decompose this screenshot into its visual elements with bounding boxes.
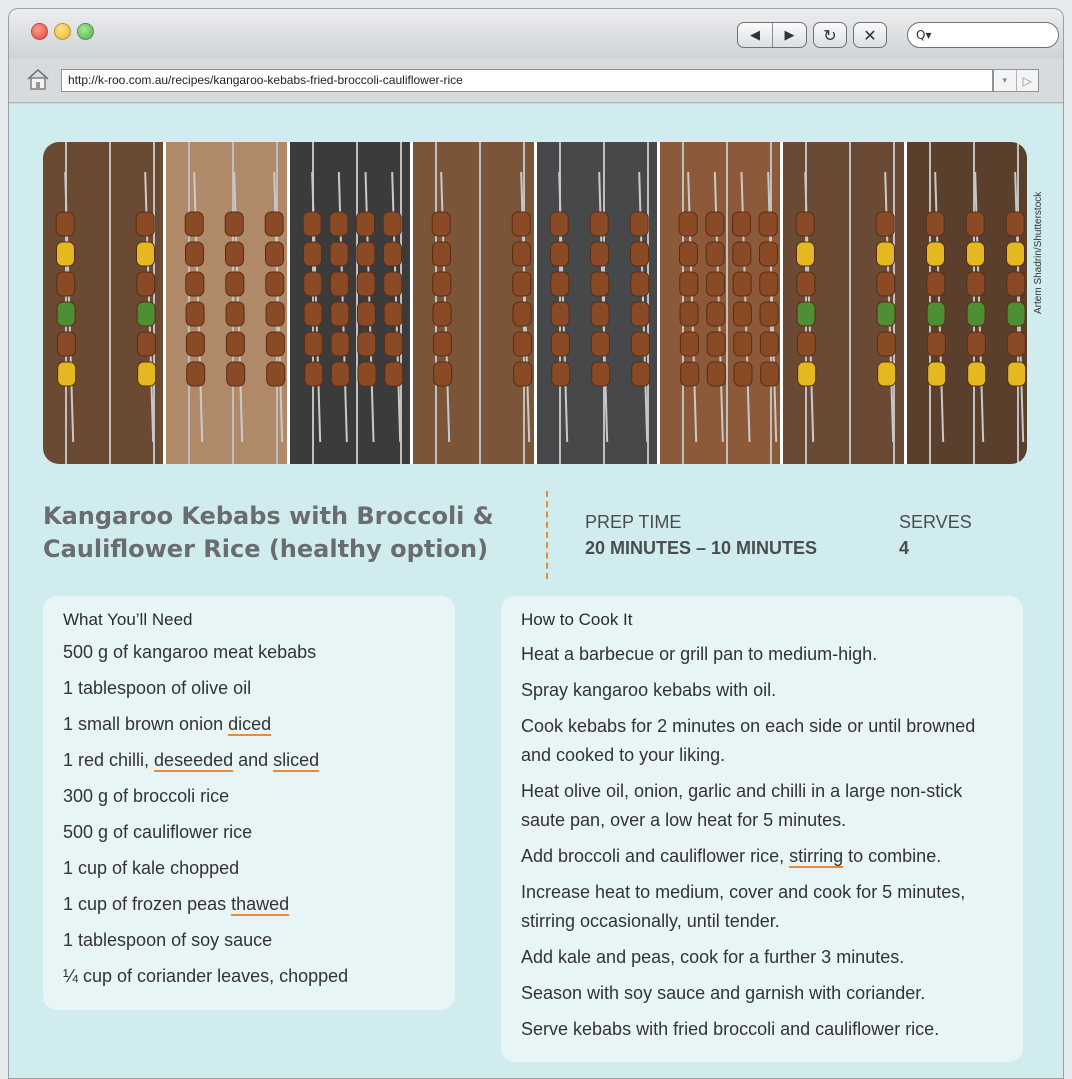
text-segment: 1 small brown onion	[63, 714, 229, 734]
method-card: How to Cook It Heat a barbecue or grill …	[501, 596, 1023, 1062]
text-segment: 500 g of kangaroo meat kebabs	[63, 642, 317, 662]
text-segment: 1 cup of kale chopped	[63, 858, 240, 878]
url-controls: ▾ ▷	[993, 69, 1039, 92]
title-divider	[546, 491, 548, 579]
ingredient-item: 1 tablespoon of olive oil	[63, 670, 435, 706]
ingredient-item: 1 cup of frozen peas thawed	[63, 886, 435, 922]
search-field[interactable]: Q▾	[907, 22, 1059, 48]
ingredients-list: 500 g of kangaroo meat kebabs 1 tablespoo…	[63, 634, 435, 994]
back-forward-group: ◀ ▶	[737, 22, 807, 48]
method-step: Heat olive oil, onion, garlic and chilli…	[521, 777, 1003, 835]
prep-time-label: PREP TIME	[585, 512, 682, 532]
photo-panel	[906, 142, 1027, 464]
underlined-term: deseeded	[154, 750, 234, 772]
text-segment: Increase heat to medium, cover and cook …	[521, 882, 966, 931]
underlined-term: sliced	[273, 750, 320, 772]
text-segment: Cook kebabs for 2 minutes on each side o…	[521, 716, 976, 765]
home-icon[interactable]	[25, 67, 51, 91]
browser-window: ◀ ▶ ↻ ✕ Q▾ http://k-roo.com.au/recipes/k…	[8, 8, 1064, 1079]
text-segment: and	[233, 750, 274, 770]
text-segment: 1 cup of frozen peas	[63, 894, 232, 914]
ingredient-item: 1 red chilli, deseeded and sliced	[63, 742, 435, 778]
underlined-term: diced	[228, 714, 272, 736]
close-window-button[interactable]	[31, 23, 48, 40]
method-heading: How to Cook It	[521, 610, 633, 629]
kebab-skewers-graphic	[549, 171, 650, 443]
photo-panel	[659, 142, 781, 464]
kebab-photo-banner	[43, 142, 1027, 464]
recipe-title: Kangaroo Kebabs with Broccoli & Cauliflo…	[43, 502, 494, 563]
window-controls	[31, 23, 94, 40]
method-steps: Heat a barbecue or grill pan to medium-h…	[521, 640, 1003, 1044]
method-step: Spray kangaroo kebabs with oil.	[521, 676, 1003, 705]
ingredients-card: What You’ll Need 500 g of kangaroo meat …	[43, 596, 455, 1010]
method-step: Add broccoli and cauliflower rice, stirr…	[521, 842, 1003, 871]
ingredient-item: 1 cup of kale chopped	[63, 850, 435, 886]
photo-credit: Artem Shadrin/Shutterstock	[1033, 191, 1044, 314]
ingredient-item: ¼ cup of coriander leaves, chopped	[63, 958, 435, 994]
serves-value: 4	[899, 538, 910, 558]
ingredient-item: 1 small brown onion diced	[63, 706, 435, 742]
prep-time-value: 20 MINUTES – 10 MINUTES	[585, 538, 818, 558]
method-step: Increase heat to medium, cover and cook …	[521, 878, 1003, 936]
kebab-skewers-graphic	[302, 171, 403, 443]
method-step: Heat a barbecue or grill pan to medium-h…	[521, 640, 1003, 669]
text-segment: Add kale and peas, cook for a further 3 …	[521, 947, 905, 967]
ingredient-item: 500 g of kangaroo meat kebabs	[63, 634, 435, 670]
serves-label: SERVES	[899, 512, 972, 532]
forward-button[interactable]: ▶	[772, 23, 806, 47]
back-button[interactable]: ◀	[738, 23, 772, 47]
navigation-controls: ◀ ▶ ↻ ✕	[737, 22, 887, 48]
method-step: Cook kebabs for 2 minutes on each side o…	[521, 712, 1003, 770]
kebab-skewers-graphic	[795, 171, 897, 443]
kebab-skewers-graphic	[678, 171, 780, 443]
text-segment: 300 g of broccoli rice	[63, 786, 230, 806]
photo-panel	[166, 142, 287, 464]
page-content: Artem Shadrin/Shutterstock Kangaroo Keba…	[9, 104, 1063, 1078]
address-bar-row: http://k-roo.com.au/recipes/kangaroo-keb…	[9, 59, 1063, 103]
method-step: Serve kebabs with fried broccoli and cau…	[521, 1015, 1003, 1044]
url-field[interactable]: http://k-roo.com.au/recipes/kangaroo-keb…	[61, 69, 993, 92]
text-segment: 500 g of cauliflower rice	[63, 822, 253, 842]
ingredients-heading: What You’ll Need	[63, 610, 193, 629]
text-segment: 1 tablespoon of soy sauce	[63, 930, 273, 950]
photo-panel	[43, 142, 164, 464]
ingredient-item: 1 tablespoon of soy sauce	[63, 922, 435, 958]
kebab-skewers-graphic	[925, 171, 1026, 443]
ingredient-item: 300 g of broccoli rice	[63, 778, 435, 814]
method-step: Add kale and peas, cook for a further 3 …	[521, 943, 1003, 972]
text-segment: Season with soy sauce and garnish with c…	[521, 983, 926, 1003]
text-segment: Spray kangaroo kebabs with oil.	[521, 680, 777, 700]
method-step: Season with soy sauce and garnish with c…	[521, 979, 1003, 1008]
ingredient-item: 500 g of cauliflower rice	[63, 814, 435, 850]
kebab-skewers-graphic	[185, 171, 286, 443]
photo-panel	[289, 142, 411, 464]
url-go-button[interactable]: ▷	[1015, 70, 1039, 91]
url-dropdown-button[interactable]: ▾	[994, 70, 1016, 91]
photo-panel	[536, 142, 657, 464]
text-segment: ¼ cup of coriander leaves, chopped	[63, 966, 349, 986]
kebab-skewers-graphic	[55, 171, 157, 443]
text-segment: 1 tablespoon of olive oil	[63, 678, 252, 698]
minimize-window-button[interactable]	[54, 23, 71, 40]
zoom-window-button[interactable]	[77, 23, 94, 40]
reload-button[interactable]: ↻	[813, 22, 847, 48]
title-bar: ◀ ▶ ↻ ✕ Q▾	[9, 9, 1063, 59]
text-segment: Heat olive oil, onion, garlic and chilli…	[521, 781, 963, 830]
photo-panel	[783, 142, 904, 464]
text-segment: 1 red chilli,	[63, 750, 155, 770]
underlined-term: stirring	[789, 846, 844, 868]
stop-button[interactable]: ✕	[853, 22, 887, 48]
text-segment: Add broccoli and cauliflower rice,	[521, 846, 790, 866]
underlined-term: thawed	[231, 894, 290, 916]
photo-panel	[413, 142, 534, 464]
text-segment: to combine.	[843, 846, 942, 866]
text-segment: Serve kebabs with fried broccoli and cau…	[521, 1019, 940, 1039]
kebab-skewers-graphic	[431, 171, 533, 443]
text-segment: Heat a barbecue or grill pan to medium-h…	[521, 644, 878, 664]
